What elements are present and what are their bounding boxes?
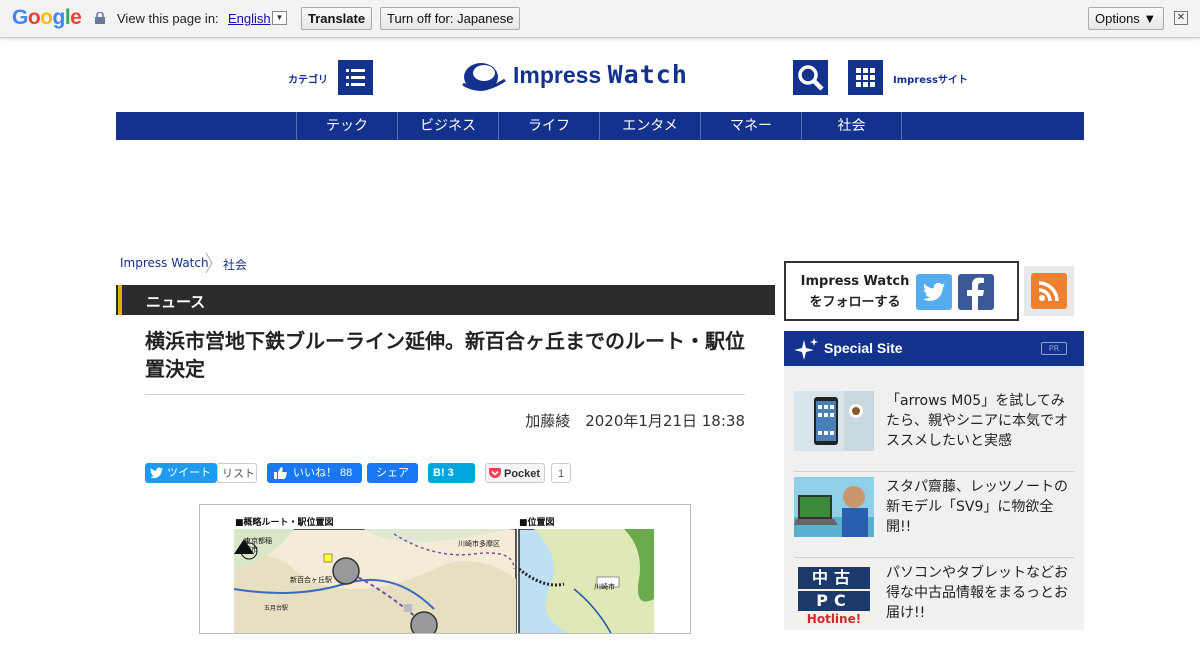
thumb-hotline-text: Hotline!: [806, 612, 862, 623]
lock-icon: [95, 12, 105, 24]
options-button[interactable]: Options ▼: [1088, 7, 1164, 30]
facebook-share-button[interactable]: シェア: [367, 463, 418, 483]
map-label-kawasaki-tama: 川崎市多摩区: [458, 540, 500, 548]
title-divider: [145, 394, 745, 395]
rss-button[interactable]: [1031, 273, 1067, 309]
special-site-title: Special Site: [824, 340, 903, 356]
turn-off-button[interactable]: Turn off for: Japanese: [380, 7, 521, 30]
rss-icon: [1038, 281, 1059, 302]
google-logo: Google: [12, 6, 82, 29]
thumb-chuko-text: 中古: [798, 567, 870, 589]
map-label-tokyo: 東京都稲城市: [244, 537, 272, 554]
follow-box: Impress Watch をフォローする: [784, 261, 1019, 321]
hatena-bookmark-button[interactable]: B! 3: [428, 463, 475, 483]
sv9-thumbnail: [794, 477, 874, 537]
search-icon: [798, 65, 824, 91]
translate-button[interactable]: Translate: [301, 7, 373, 30]
facebook-icon: [967, 277, 984, 310]
category-menu-button[interactable]: [338, 60, 373, 95]
pr-badge: PR: [1041, 342, 1067, 355]
impress-sites-button[interactable]: [848, 60, 883, 95]
facebook-like-button[interactable]: いいね！ 88: [267, 463, 362, 483]
rss-box: [1024, 266, 1074, 316]
pocket-icon: [489, 468, 501, 478]
article-title: 横浜市営地下鉄ブルーライン延伸。新百合ヶ丘までのルート・駅位置決定: [145, 329, 745, 381]
sparkle-icon: [794, 338, 818, 360]
nav-item-entertainment[interactable]: エンタメ: [599, 112, 700, 140]
route-map-image[interactable]: ■概略ルート・駅位置図 ■位置図 東京都稲城市 川崎市多摩区 新百合ヶ丘駅 五月…: [199, 504, 691, 634]
tweet-button[interactable]: ツイート: [145, 463, 217, 483]
breadcrumb-chevron-icon: [205, 252, 213, 274]
search-button[interactable]: [793, 60, 828, 95]
map-label-shinyurigaoka: 新百合ヶ丘駅: [290, 576, 332, 584]
list-item-text[interactable]: 「arrows M05」を試してみたら、親やシニアに本気でオススメしたいと実感: [886, 391, 1076, 451]
chuko-pc-hotline-thumbnail: 中古 PC Hotline!: [794, 563, 874, 623]
thumbs-up-icon: [274, 467, 287, 479]
nav-item-tech[interactable]: テック: [296, 112, 397, 140]
close-icon[interactable]: ✕: [1174, 11, 1188, 25]
list-item-text[interactable]: スタパ齋藤、レッツノートの新モデル「SV9」に物欲全開!!: [886, 477, 1076, 537]
map-title-left: ■概略ルート・駅位置図: [235, 518, 334, 528]
thumb-pc-text: PC: [798, 591, 870, 611]
section-title: ニュース: [146, 293, 206, 311]
list-item[interactable]: スタパ齋藤、レッツノートの新モデル「SV9」に物欲全開!!: [794, 477, 1074, 563]
category-label[interactable]: カテゴリ: [288, 71, 328, 86]
list-icon: [346, 69, 365, 86]
nav-item-money[interactable]: マネー: [700, 112, 801, 140]
grid-icon: [856, 68, 875, 87]
breadcrumb-society[interactable]: 社会: [223, 256, 247, 273]
nav-item-society[interactable]: 社会: [801, 112, 902, 140]
language-link[interactable]: English: [228, 11, 271, 26]
list-divider: [794, 471, 1074, 472]
language-dropdown-icon[interactable]: ▼: [272, 11, 287, 25]
map-title-right: ■位置図: [519, 518, 555, 528]
follow-text: Impress Watch をフォローする: [800, 274, 910, 310]
article-byline: 加藤綾 2020年1月21日 18:38: [525, 412, 745, 430]
site-logo-text[interactable]: Impress Watch: [513, 60, 688, 89]
list-item[interactable]: 中古 PC Hotline! パソコンやタブレットなどお得な中古品情報をまるっと…: [794, 563, 1074, 649]
view-page-label: View this page in:: [117, 11, 219, 26]
arrows-m05-thumbnail: [794, 391, 874, 451]
translate-bar: Google View this page in: English ▼ Tran…: [0, 0, 1200, 38]
tweet-list-button[interactable]: リスト: [217, 463, 257, 483]
map-label-satsukidai: 五月台駅: [264, 605, 289, 612]
list-divider: [794, 557, 1074, 558]
list-item[interactable]: 「arrows M05」を試してみたら、親やシニアに本気でオススメしたいと実感: [794, 391, 1074, 477]
breadcrumb-home[interactable]: Impress Watch: [120, 256, 209, 270]
section-bar: ニュース: [116, 285, 775, 315]
nav-item-business[interactable]: ビジネス: [397, 112, 498, 140]
special-site-list: 「arrows M05」を試してみたら、親やシニアに本気でオススメしたいと実感 …: [784, 366, 1084, 630]
list-item-text[interactable]: パソコンやタブレットなどお得な中古品情報をまるっとお届け!!: [886, 563, 1076, 623]
nav-item-life[interactable]: ライフ: [498, 112, 599, 140]
twitter-follow-button[interactable]: [916, 274, 952, 310]
twitter-bird-icon: [150, 467, 163, 479]
route-map: ■概略ルート・駅位置図 ■位置図 東京都稲城市 川崎市多摩区 新百合ヶ丘駅 五月…: [208, 511, 684, 633]
pocket-count: 1: [551, 463, 571, 483]
facebook-follow-button[interactable]: [958, 274, 994, 310]
map-label-kawasaki: 川崎市: [594, 583, 615, 591]
section-accent: [118, 285, 122, 315]
pocket-button[interactable]: Pocket: [485, 463, 545, 483]
twitter-icon: [923, 282, 946, 301]
impress-site-label[interactable]: Impressサイト: [893, 71, 968, 86]
main-nav: テック ビジネス ライフ エンタメ マネー 社会: [116, 112, 1084, 140]
special-site-header: Special Site PR: [784, 331, 1084, 366]
